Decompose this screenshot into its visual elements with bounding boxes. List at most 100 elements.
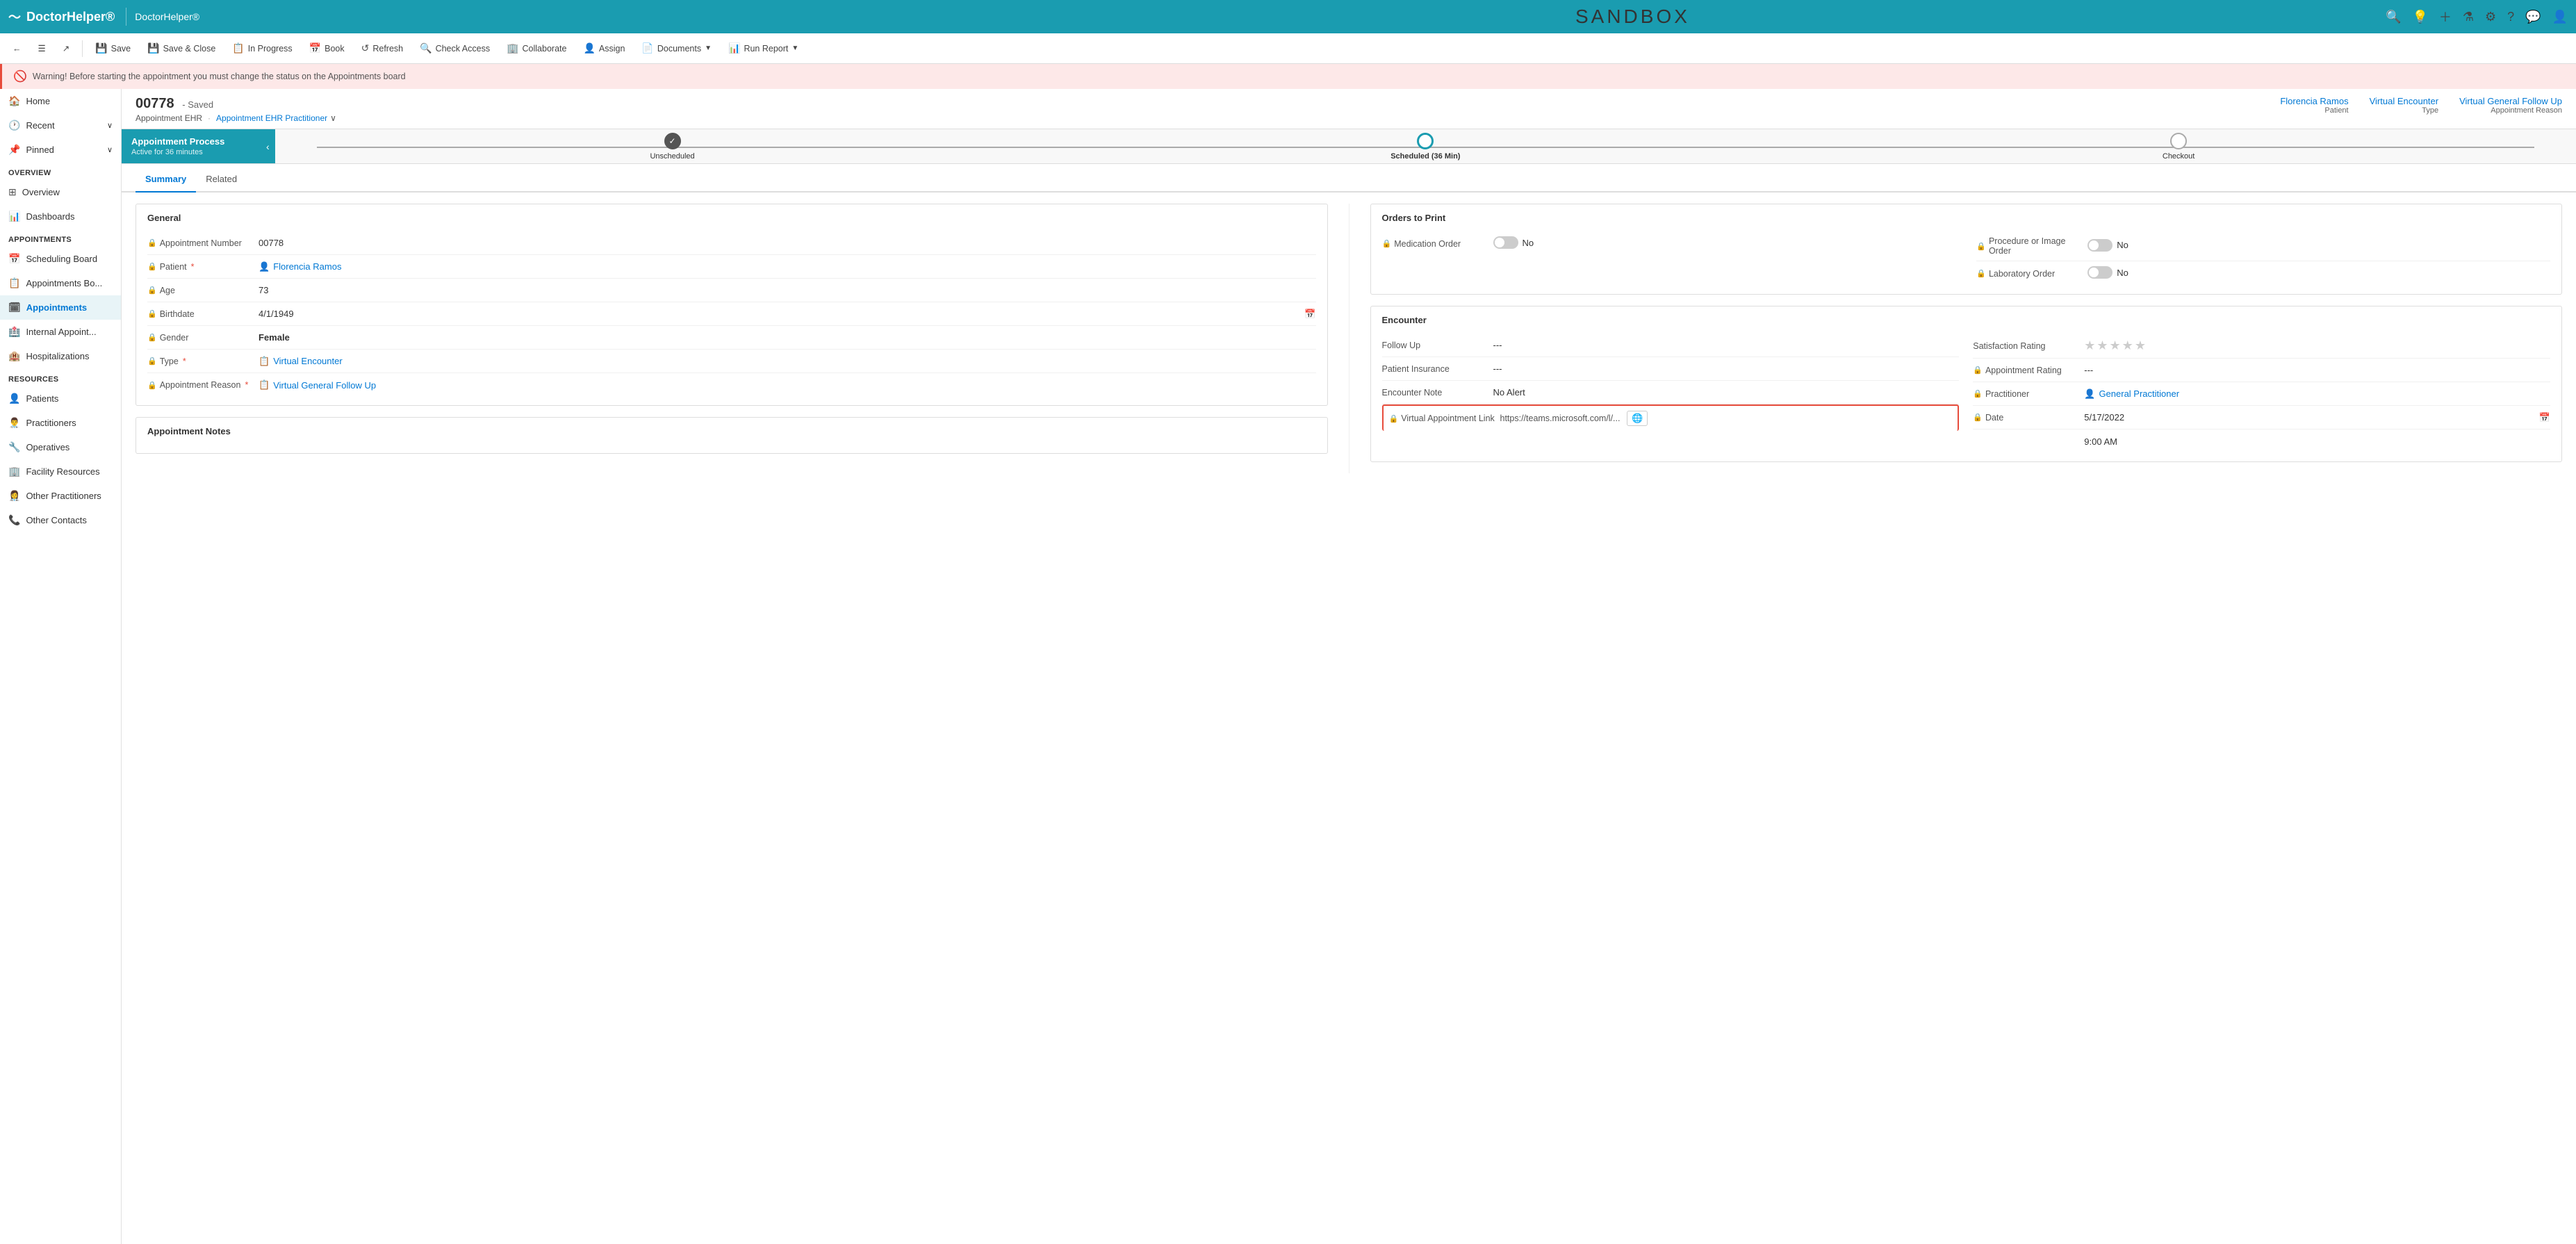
assign-button[interactable]: 👤 Assign: [576, 39, 632, 58]
sidebar-item-facility-resources[interactable]: 🏢 Facility Resources: [0, 459, 121, 484]
refresh-button[interactable]: ↺ Refresh: [354, 39, 411, 58]
sidebar-item-appointments[interactable]: 🗓 Appointments: [0, 295, 121, 320]
record-subtype-link[interactable]: Appointment EHR Practitioner ∨: [216, 113, 336, 123]
star-5[interactable]: ★: [2135, 338, 2146, 353]
sidebar-item-practitioners[interactable]: 👨‍⚕️ Practitioners: [0, 411, 121, 435]
in-progress-icon: 📋: [232, 42, 244, 54]
overview-section-title: Overview: [0, 162, 121, 180]
sidebar-item-pinned[interactable]: 📌 Pinned ∨: [0, 138, 121, 162]
step-circle-checkout: [2170, 133, 2187, 149]
record-type-text: Appointment EHR: [136, 113, 202, 123]
field-label-patient: 🔒 Patient *: [147, 262, 259, 272]
tab-related[interactable]: Related: [196, 167, 247, 193]
in-progress-button[interactable]: 📋 In Progress: [225, 39, 299, 58]
globe-button[interactable]: 🌐: [1627, 411, 1648, 426]
lightbulb-icon[interactable]: 💡: [2412, 10, 2427, 24]
procedure-order-toggle: No: [2087, 239, 2128, 252]
field-value-practitioner[interactable]: 👤 General Practitioner: [2084, 388, 2550, 400]
help-icon[interactable]: ?: [2507, 10, 2514, 24]
sidebar-item-dashboards[interactable]: 📊 Dashboards: [0, 204, 121, 229]
field-value-type[interactable]: 📋 Virtual Encounter: [259, 356, 1316, 367]
sidebar-item-hospitalizations[interactable]: 🏨 Hospitalizations: [0, 344, 121, 368]
patient-link-value[interactable]: Florencia Ramos: [2280, 96, 2348, 106]
sidebar-item-appointments-board[interactable]: 📋 Appointments Bo...: [0, 271, 121, 295]
practitioner-name[interactable]: General Practitioner: [2099, 388, 2179, 399]
lock-icon-laboratory: 🔒: [1976, 269, 1986, 278]
type-link-value[interactable]: Virtual Encounter: [2370, 96, 2439, 106]
sidebar-item-scheduling-board[interactable]: 📅 Scheduling Board: [0, 247, 121, 271]
patient-name-link[interactable]: Florencia Ramos: [273, 261, 341, 272]
add-icon[interactable]: ＋: [2439, 8, 2452, 26]
record-subtype-text: Appointment EHR Practitioner: [216, 113, 327, 123]
sidebar-item-other-practitioners[interactable]: 👩‍⚕️ Other Practitioners: [0, 484, 121, 508]
refresh-label: Refresh: [372, 44, 403, 54]
pinned-chevron-icon: ∨: [107, 145, 113, 154]
check-access-button[interactable]: 🔍 Check Access: [413, 39, 497, 58]
toggle-track-procedure[interactable]: [2087, 239, 2113, 252]
save-close-icon: 💾: [147, 42, 159, 54]
sidebar-dashboards-label: Dashboards: [26, 211, 74, 222]
sidebar-pinned-label: Pinned: [26, 145, 54, 155]
field-procedure-order: 🔒 Procedure or Image Order No: [1976, 231, 2550, 261]
record-icon-button[interactable]: ☰: [31, 40, 53, 57]
lock-icon-patient: 🔒: [147, 262, 157, 271]
star-1[interactable]: ★: [2084, 338, 2095, 353]
calendar-icon-date[interactable]: 📅: [2539, 412, 2550, 423]
book-button[interactable]: 📅 Book: [302, 39, 352, 58]
save-button[interactable]: 💾 Save: [88, 39, 138, 58]
satisfaction-stars[interactable]: ★ ★ ★ ★ ★: [2084, 338, 2550, 353]
field-label-age: 🔒 Age: [147, 286, 259, 295]
field-value-patient-insurance: ---: [1493, 363, 1960, 374]
chat-icon[interactable]: 💬: [2525, 10, 2541, 24]
other-pract-icon: 👩‍⚕️: [8, 490, 20, 502]
settings-icon[interactable]: ⚙: [2485, 10, 2496, 24]
star-4[interactable]: ★: [2122, 338, 2133, 353]
search-icon[interactable]: 🔍: [2386, 10, 2401, 24]
calendar-icon-birthdate[interactable]: 📅: [1304, 309, 1315, 320]
field-value-patient[interactable]: 👤 Florencia Ramos: [259, 261, 1316, 272]
back-button[interactable]: ←: [6, 40, 28, 57]
filter-icon[interactable]: ⚗: [2463, 10, 2474, 24]
top-navigation: 〜 DoctorHelper® DoctorHelper® SANDBOX 🔍 …: [0, 0, 2576, 33]
type-link-text[interactable]: Virtual Encounter: [273, 356, 343, 366]
star-3[interactable]: ★: [2110, 338, 2121, 353]
user-icon[interactable]: 👤: [2552, 10, 2568, 24]
save-close-button[interactable]: 💾 Save & Close: [140, 39, 222, 58]
sidebar-scheduling-label: Scheduling Board: [26, 254, 97, 264]
sidebar-item-internal-appointments[interactable]: 🏥 Internal Appoint...: [0, 320, 121, 344]
field-value-reason[interactable]: 📋 Virtual General Follow Up: [259, 379, 1316, 391]
sidebar-item-recent[interactable]: 🕐 Recent ∨: [0, 113, 121, 138]
sidebar-overview-label: Overview: [22, 187, 60, 197]
warning-bar: 🚫 Warning! Before starting the appointme…: [0, 64, 2576, 89]
book-icon: 📅: [309, 42, 321, 54]
star-2[interactable]: ★: [2097, 338, 2108, 353]
collaborate-button[interactable]: 🏢 Collaborate: [500, 39, 573, 58]
sidebar-appt-board-label: Appointments Bo...: [26, 278, 102, 288]
toggle-track-medication[interactable]: [1493, 236, 1518, 249]
open-button[interactable]: ↗: [56, 40, 76, 57]
sidebar-home-label: Home: [26, 96, 50, 106]
reason-link-text[interactable]: Virtual General Follow Up: [273, 380, 376, 391]
sandbox-title: SANDBOX: [888, 6, 2377, 28]
sidebar-item-patients[interactable]: 👤 Patients: [0, 386, 121, 411]
toggle-track-laboratory[interactable]: [2087, 266, 2113, 279]
warning-icon: 🚫: [13, 69, 27, 83]
sidebar-item-operatives[interactable]: 🔧 Operatives: [0, 435, 121, 459]
process-collapse-button[interactable]: ‹: [261, 129, 275, 163]
orders-left: 🔒 Medication Order No: [1382, 231, 1956, 286]
toolbar-separator-1: [82, 40, 83, 57]
reason-link-value[interactable]: Virtual General Follow Up: [2459, 96, 2562, 106]
logo-text: DoctorHelper®: [26, 10, 115, 24]
sidebar-item-home[interactable]: 🏠 Home: [0, 89, 121, 113]
run-report-button[interactable]: 📊 Run Report ▼: [721, 39, 805, 58]
field-label-gender: 🔒 Gender: [147, 333, 259, 343]
field-practitioner: 🔒 Practitioner 👤 General Practitioner: [1973, 382, 2550, 406]
sidebar-item-other-contacts[interactable]: 📞 Other Contacts: [0, 508, 121, 532]
assign-icon: 👤: [583, 42, 595, 54]
field-value-birthdate: 4/1/1949: [259, 309, 1299, 319]
tab-summary[interactable]: Summary: [136, 167, 196, 193]
documents-button[interactable]: 📄 Documents ▼: [634, 39, 719, 58]
field-patient-insurance: Patient Insurance ---: [1382, 357, 1960, 381]
lock-icon-age: 🔒: [147, 286, 157, 295]
sidebar-item-overview[interactable]: ⊞ Overview: [0, 180, 121, 204]
